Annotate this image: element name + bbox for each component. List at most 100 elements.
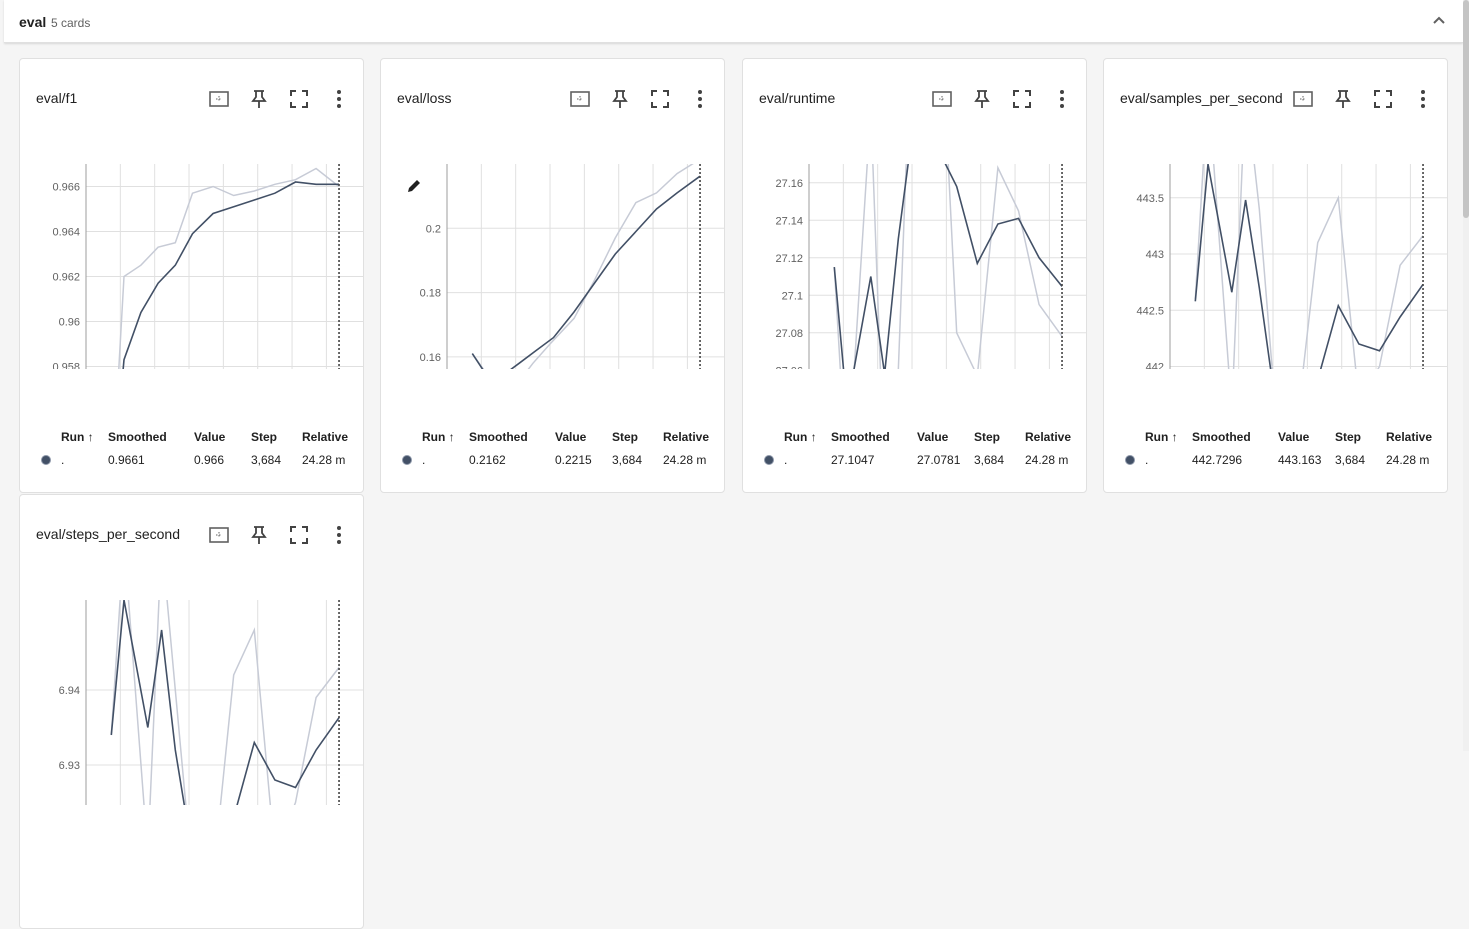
more-options-button[interactable] xyxy=(327,87,351,111)
fit-domain-button[interactable] xyxy=(1291,87,1315,111)
fullscreen-button[interactable] xyxy=(1010,87,1034,111)
fullscreen-button[interactable] xyxy=(648,87,672,111)
pin-card-button[interactable] xyxy=(247,87,271,111)
chevron-up-icon xyxy=(1433,16,1445,24)
card-title: eval/runtime xyxy=(759,90,836,106)
smoothed-series-line xyxy=(122,181,339,369)
relative-value: 24.28 m xyxy=(302,453,346,467)
line-chart[interactable]: 0.9580.960.9620.9640.9661,0002,0003,0003… xyxy=(20,119,364,369)
step-value: 3,684 xyxy=(612,453,643,467)
col-value-header[interactable]: Value xyxy=(1278,430,1309,444)
pin-card-button[interactable] xyxy=(608,87,632,111)
col-relative-header[interactable]: Relative xyxy=(302,430,363,444)
col-smoothed-header[interactable]: Smoothed xyxy=(831,430,890,444)
col-smoothed-header[interactable]: Smoothed xyxy=(469,430,528,444)
col-step-header[interactable]: Step xyxy=(974,430,1000,444)
run-name: . xyxy=(1145,453,1149,467)
smoothed-series-line xyxy=(1194,164,1424,369)
fullscreen-icon xyxy=(651,90,669,108)
run-color-dot xyxy=(402,455,412,465)
line-chart[interactable]: 6.93 6.94 xyxy=(20,555,364,805)
y-tick-label: 6.94 xyxy=(59,685,80,697)
more-options-button[interactable] xyxy=(1050,87,1074,111)
scalar-card: eval/f1 0.9580.960.9620.9640.9661,0002,0… xyxy=(19,58,364,493)
pin-icon xyxy=(251,90,267,108)
more-vert-icon xyxy=(698,90,702,108)
run-name: . xyxy=(784,453,788,467)
line-chart[interactable]: 0.160.180.21,0002,0003,0003684× xyxy=(381,119,725,369)
fit-domain-button[interactable] xyxy=(568,87,592,111)
col-step-header[interactable]: Step xyxy=(1335,430,1361,444)
fit-to-data-icon xyxy=(1293,91,1313,107)
more-options-button[interactable] xyxy=(688,87,712,111)
raw-series-line xyxy=(471,164,694,369)
y-tick-label: 0.2 xyxy=(426,223,441,235)
scalar-card: eval/loss 0.160.180.21,0002,0003,0003684… xyxy=(380,58,725,493)
col-relative-header[interactable]: Relative xyxy=(663,430,724,444)
line-chart[interactable]: 442442.5443443.51,0002,0003,0003684× xyxy=(1104,119,1448,369)
card-title: eval/samples_per_second xyxy=(1120,90,1283,106)
col-step-header[interactable]: Step xyxy=(612,430,638,444)
col-run-header[interactable]: Run ↑ xyxy=(422,430,455,444)
more-options-button[interactable] xyxy=(327,523,351,547)
raw-value: 0.2215 xyxy=(555,453,592,467)
step-value: 3,684 xyxy=(251,453,282,467)
col-run-header[interactable]: Run ↑ xyxy=(784,430,817,444)
fit-domain-button[interactable] xyxy=(207,87,231,111)
pin-icon xyxy=(1335,90,1351,108)
step-value: 3,684 xyxy=(1335,453,1366,467)
pin-card-button[interactable] xyxy=(970,87,994,111)
fullscreen-button[interactable] xyxy=(287,523,311,547)
pencil-icon xyxy=(408,180,420,192)
page-scrollbar[interactable] xyxy=(1463,0,1469,751)
col-smoothed-header[interactable]: Smoothed xyxy=(108,430,167,444)
y-tick-label: 0.18 xyxy=(420,288,441,300)
run-color-dot xyxy=(764,455,774,465)
relative-value: 24.28 m xyxy=(663,453,707,467)
collapse-group-button[interactable] xyxy=(1429,10,1449,30)
fullscreen-icon xyxy=(290,90,308,108)
col-value-header[interactable]: Value xyxy=(917,430,948,444)
scalar-card: eval/steps_per_second 6.93 6.94 xyxy=(19,494,364,929)
y-tick-label: 0.16 xyxy=(420,352,441,364)
fullscreen-button[interactable] xyxy=(287,87,311,111)
y-tick-label: 0.96 xyxy=(59,317,80,329)
more-vert-icon xyxy=(337,90,341,108)
step-value: 3,684 xyxy=(974,453,1005,467)
group-title: eval xyxy=(19,14,47,30)
fit-domain-button[interactable] xyxy=(930,87,954,111)
y-tick-label: 443.5 xyxy=(1136,193,1164,205)
smoothed-value: 0.9661 xyxy=(108,453,145,467)
col-relative-header[interactable]: Relative xyxy=(1025,430,1086,444)
group-card-count: 5 cards xyxy=(51,16,91,30)
col-run-header[interactable]: Run ↑ xyxy=(1145,430,1178,444)
raw-series-line xyxy=(833,164,1063,369)
raw-value: 27.0781 xyxy=(917,453,961,467)
y-tick-label: 27.06 xyxy=(775,365,803,369)
more-options-button[interactable] xyxy=(1411,87,1435,111)
col-value-header[interactable]: Value xyxy=(555,430,586,444)
col-run-header[interactable]: Run ↑ xyxy=(61,430,94,444)
col-relative-header[interactable]: Relative xyxy=(1386,430,1447,444)
page-scrollbar-thumb[interactable] xyxy=(1463,0,1469,218)
col-value-header[interactable]: Value xyxy=(194,430,225,444)
raw-value: 443.163 xyxy=(1278,453,1322,467)
relative-value: 24.28 m xyxy=(1025,453,1069,467)
fullscreen-button[interactable] xyxy=(1371,87,1395,111)
fullscreen-icon xyxy=(1374,90,1392,108)
pin-card-button[interactable] xyxy=(1331,87,1355,111)
y-tick-label: 0.958 xyxy=(52,362,80,370)
card-title: eval/loss xyxy=(397,90,452,106)
raw-series-line xyxy=(118,167,340,369)
y-tick-label: 27.08 xyxy=(775,328,803,340)
fullscreen-icon xyxy=(290,526,308,544)
scalar-card: eval/samples_per_second 442 442.5 443 443.5… xyxy=(1103,58,1448,493)
col-step-header[interactable]: Step xyxy=(251,430,277,444)
pin-card-button[interactable] xyxy=(247,523,271,547)
fit-domain-button[interactable] xyxy=(207,523,231,547)
col-smoothed-header[interactable]: Smoothed xyxy=(1192,430,1251,444)
y-tick-label: 0.964 xyxy=(52,227,80,239)
pin-icon xyxy=(612,90,628,108)
run-name: . xyxy=(422,453,426,467)
line-chart[interactable]: 27.0627.0827.127.1227.1427.161,0002,0003… xyxy=(743,119,1087,369)
